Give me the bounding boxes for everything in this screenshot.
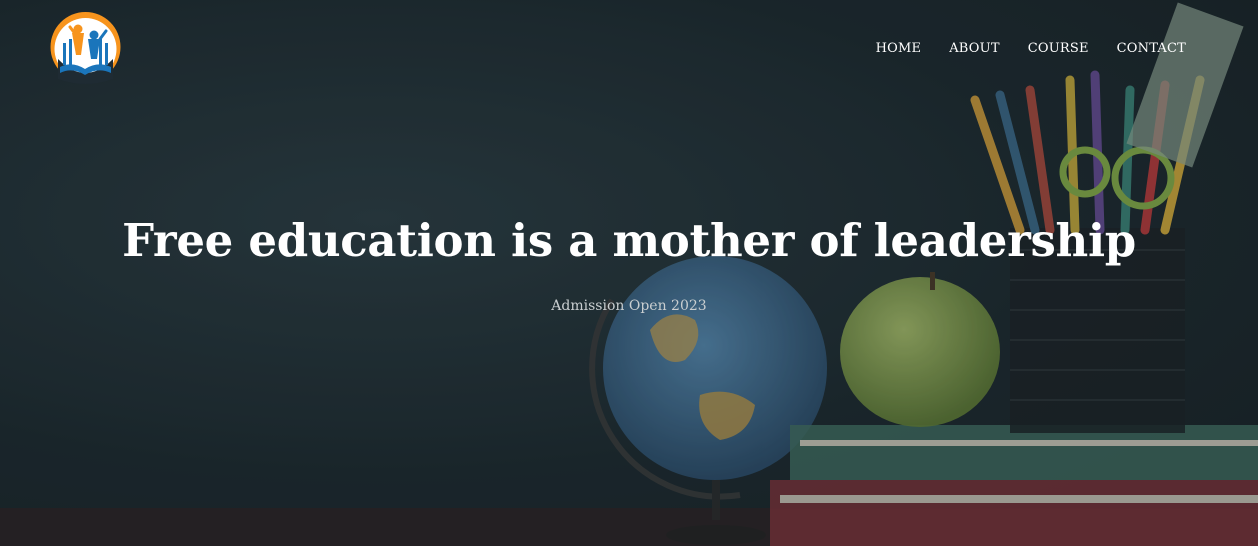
hero-section: HOME ABOUT COURSE CONTACT Free education…: [0, 0, 1258, 546]
nav-item-about[interactable]: ABOUT: [949, 41, 999, 56]
nav-item-home[interactable]: HOME: [876, 41, 922, 56]
school-book-logo-icon: [50, 12, 121, 84]
hero-dark-overlay: [0, 0, 1258, 546]
nav-item-course[interactable]: COURSE: [1028, 41, 1089, 56]
hero-headline: Free education is a mother of leadership: [122, 214, 1136, 267]
hero-subheadline: Admission Open 2023: [551, 298, 707, 314]
site-logo[interactable]: [50, 9, 121, 85]
nav-item-contact[interactable]: CONTACT: [1117, 41, 1186, 56]
main-navigation: HOME ABOUT COURSE CONTACT: [876, 41, 1186, 56]
